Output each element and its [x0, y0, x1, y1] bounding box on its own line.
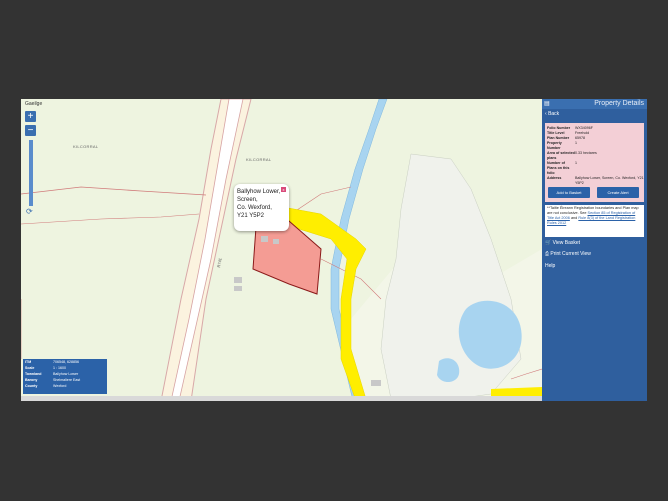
property-details-box: Folio Number WX34096F Title Level Freehold… — [545, 123, 644, 202]
detail-row: Property Number 1 — [545, 141, 644, 151]
info-value: Wexford — [53, 384, 67, 388]
zoom-out-button[interactable]: − — [25, 125, 36, 136]
disclaimer-note: **Tailte Éireann Registration boundaries… — [545, 205, 644, 237]
detail-row: Address Ballyhow Lower, Screen, Co. Wexfo… — [545, 176, 644, 186]
detail-row: Number of Plans on this folio 1 — [545, 161, 644, 176]
print-view-link[interactable]: ⎙ Print Current View — [545, 251, 591, 257]
panel-header: ▤ Property Details — [542, 99, 647, 109]
note-text: and — [570, 216, 578, 220]
popup-line: Screen, — [237, 197, 258, 203]
basket-icon: 🛒 — [545, 240, 553, 246]
info-key: County — [25, 384, 38, 388]
townland-label: KILCORRAL — [246, 157, 272, 162]
popup-line: Y21 Y5P2 — [237, 213, 264, 219]
map-canvas — [21, 99, 542, 401]
add-to-basket-button[interactable]: Add to Basket — [548, 187, 590, 198]
townland-label: KILCORRAL — [73, 144, 99, 149]
detail-value: Ballyhow Lower, Screen, Co. Wexford, Y21… — [575, 176, 644, 185]
map-view[interactable]: Gaeilge + − ⟳ KILCORRAL KILCORRAL R741 x… — [21, 99, 542, 401]
detail-value: 1 — [575, 141, 577, 145]
close-icon[interactable]: x — [281, 187, 286, 192]
property-details-panel: ▤ Property Details ‹ Back Folio Number WX… — [542, 99, 647, 401]
view-basket-label: View Basket — [552, 240, 581, 246]
refresh-icon[interactable]: ⟳ — [26, 207, 33, 216]
popup-address: Ballyhow Lower, Screen, Co. Wexford, Y21… — [237, 188, 280, 220]
back-link[interactable]: ‹ Back — [545, 111, 559, 117]
detail-row: Area of selected plans 0.33 hectares — [545, 151, 644, 161]
map-status-bar — [21, 396, 542, 401]
help-link[interactable]: Help — [545, 263, 555, 269]
detail-key: Area of selected plans — [547, 151, 575, 160]
zoom-in-button[interactable]: + — [25, 111, 36, 122]
detail-key: Number of Plans on this folio — [547, 161, 570, 175]
create-alert-button[interactable]: Create Alert — [597, 187, 639, 198]
map-info-box: ITM 706548, 628856 Scale 1 : 1600 Townland… — [23, 359, 107, 394]
note-text: **Tailte Éireann Registration boundaries… — [547, 206, 631, 210]
zoom-slider[interactable] — [29, 140, 33, 206]
back-label: Back — [548, 111, 560, 117]
panel-title: Property Details — [594, 100, 644, 107]
detail-value: 0.33 hectares — [575, 151, 597, 155]
detail-key: Address — [547, 176, 562, 180]
app-frame: Gaeilge + − ⟳ KILCORRAL KILCORRAL R741 x… — [21, 99, 647, 401]
address-popup: x Ballyhow Lower, Screen, Co. Wexford, Y… — [234, 184, 289, 231]
panel-toggle-icon[interactable]: ▤ — [544, 100, 550, 107]
language-link[interactable]: Gaeilge — [25, 101, 42, 107]
detail-key: Property Number — [547, 141, 562, 150]
view-basket-link[interactable]: 🛒 View Basket — [545, 240, 580, 246]
detail-value: 1 — [575, 161, 577, 165]
info-row: County Wexford — [23, 383, 107, 389]
popup-line: Ballyhow Lower, — [237, 189, 281, 195]
print-view-label: Print Current View — [550, 251, 591, 257]
popup-line: Co. Wexford, — [237, 205, 272, 211]
